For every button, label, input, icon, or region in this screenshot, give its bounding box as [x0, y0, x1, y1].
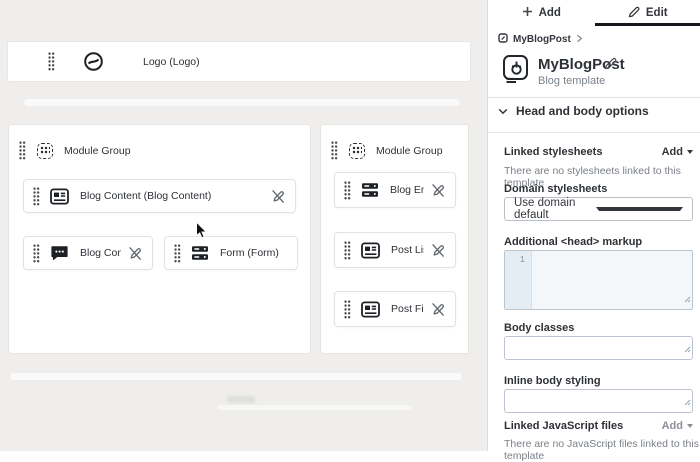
module-card-blog-content[interactable]: Blog Content (Blog Content) — [23, 179, 296, 213]
drag-handle-icon[interactable] — [33, 187, 40, 206]
breadcrumb-label: MyBlogPost — [513, 34, 571, 45]
module-group-1[interactable]: Module Group Blog Content (Blog Content)… — [8, 124, 311, 354]
no-edit-icon — [430, 302, 446, 317]
section-label: Head and body options — [516, 104, 649, 118]
code-area[interactable] — [532, 251, 692, 309]
resize-grip-icon[interactable] — [684, 340, 691, 358]
module-group-header[interactable]: Module Group — [19, 141, 131, 160]
drag-handle-icon[interactable] — [48, 52, 55, 71]
article-icon — [50, 188, 69, 205]
drag-handle-icon[interactable] — [19, 141, 26, 160]
resize-grip-icon[interactable] — [684, 393, 691, 411]
chevron-right-icon — [576, 30, 583, 48]
no-edit-icon — [430, 243, 446, 258]
logo-module[interactable]: Logo (Logo) — [8, 42, 470, 81]
edit-title-pencil-icon[interactable] — [604, 57, 617, 75]
caret-down-icon — [687, 424, 693, 428]
select-value: Use domain default — [514, 197, 596, 221]
drag-handle-icon[interactable] — [344, 300, 351, 319]
tab-add-label: Add — [539, 7, 561, 19]
template-canvas: Logo (Logo) Module Group Blog Content (B… — [0, 0, 487, 451]
module-label: Blog Comments... — [80, 247, 121, 259]
logo-circle-icon — [83, 51, 104, 72]
domain-stylesheets-select[interactable]: Use domain default — [504, 197, 693, 221]
module-group-icon — [37, 143, 53, 159]
line-number: 1 — [505, 251, 532, 309]
module-label: Logo (Logo) — [143, 56, 470, 68]
module-label: Blog Content (Blog Content) — [80, 190, 264, 202]
linked-js-row: Linked JavaScript files Add — [504, 420, 693, 432]
module-card-form[interactable]: Form (Form) — [164, 236, 298, 270]
dropzone-divider — [24, 99, 460, 106]
domain-stylesheets-row: Domain stylesheets — [504, 183, 693, 195]
ghost-module — [227, 396, 255, 403]
form-rows-icon — [191, 245, 209, 261]
drag-handle-icon[interactable] — [33, 244, 40, 263]
head-markup-row: Additional <head> markup — [504, 236, 693, 248]
dropzone-divider — [10, 373, 462, 380]
section-head-body-options[interactable]: Head and body options — [498, 104, 649, 118]
article-icon — [361, 242, 380, 259]
pencil-icon — [628, 6, 640, 21]
drag-handle-icon[interactable] — [174, 244, 181, 263]
tab-edit[interactable]: Edit — [595, 0, 700, 26]
module-group-header[interactable]: Module Group — [331, 141, 443, 160]
sidebar-tabs: Add Edit — [488, 0, 700, 26]
module-group-2[interactable]: Module Group Blog Email ... Post Listing… — [320, 124, 469, 354]
template-editor: Logo (Logo) Module Group Blog Content (B… — [0, 0, 700, 451]
inline-body-styling-input[interactable] — [504, 389, 693, 413]
body-classes-row: Body classes — [504, 322, 693, 334]
module-group-label: Module Group — [64, 145, 131, 157]
module-group-icon — [349, 143, 365, 159]
inline-body-styling-row: Inline body styling — [504, 375, 693, 387]
module-card-blog-comments[interactable]: Blog Comments... — [23, 236, 153, 270]
head-markup-editor[interactable]: 1 — [504, 250, 693, 310]
chevron-down-icon — [498, 108, 508, 115]
template-icon — [498, 30, 508, 48]
domain-stylesheets-label: Domain stylesheets — [504, 183, 607, 195]
head-markup-label: Additional <head> markup — [504, 236, 642, 248]
dropzone-divider — [217, 405, 412, 410]
add-label: Add — [662, 420, 683, 432]
template-subtitle: Blog template — [538, 75, 605, 87]
module-card-blog-email[interactable]: Blog Email ... — [334, 172, 456, 208]
no-edit-icon — [127, 246, 143, 261]
add-label: Add — [662, 146, 683, 158]
edit-sidebar: Add Edit MyBlogPost MyBlogPost Blog temp… — [487, 0, 700, 451]
add-stylesheet-button[interactable]: Add — [662, 146, 693, 158]
module-label: Form (Form) — [220, 247, 297, 259]
module-group-label: Module Group — [376, 145, 443, 157]
body-classes-label: Body classes — [504, 322, 574, 334]
tab-edit-label: Edit — [646, 7, 668, 19]
linked-stylesheets-label: Linked stylesheets — [504, 146, 602, 158]
module-label: Post Filter (... — [391, 303, 424, 315]
form-rows-icon — [361, 182, 379, 198]
breadcrumb[interactable]: MyBlogPost — [498, 30, 583, 48]
drag-handle-icon[interactable] — [344, 241, 351, 260]
module-card-post-listing[interactable]: Post Listing... — [334, 232, 456, 268]
body-classes-input[interactable] — [504, 336, 693, 360]
module-card-post-filter[interactable]: Post Filter (... — [334, 291, 456, 327]
caret-down-icon — [596, 207, 684, 211]
caret-down-icon — [687, 150, 693, 154]
divider — [488, 132, 700, 133]
module-label: Blog Email ... — [390, 184, 424, 196]
divider — [488, 97, 700, 98]
module-label: Post Listing... — [391, 244, 424, 256]
linked-js-label: Linked JavaScript files — [504, 420, 623, 432]
drag-handle-icon[interactable] — [344, 181, 351, 200]
no-edit-icon — [270, 189, 286, 204]
add-js-button[interactable]: Add — [662, 420, 693, 432]
resize-grip-icon[interactable] — [684, 290, 691, 308]
article-icon — [361, 301, 380, 318]
comments-icon — [50, 245, 69, 261]
plus-icon — [522, 6, 533, 20]
no-edit-icon — [430, 183, 446, 198]
tab-add[interactable]: Add — [488, 0, 595, 26]
js-empty-text: There are no JavaScript files linked to … — [504, 438, 700, 462]
inline-body-styling-label: Inline body styling — [504, 375, 601, 387]
drag-handle-icon[interactable] — [331, 141, 338, 160]
hand-template-icon — [502, 54, 532, 90]
linked-stylesheets-row: Linked stylesheets Add — [504, 146, 693, 158]
